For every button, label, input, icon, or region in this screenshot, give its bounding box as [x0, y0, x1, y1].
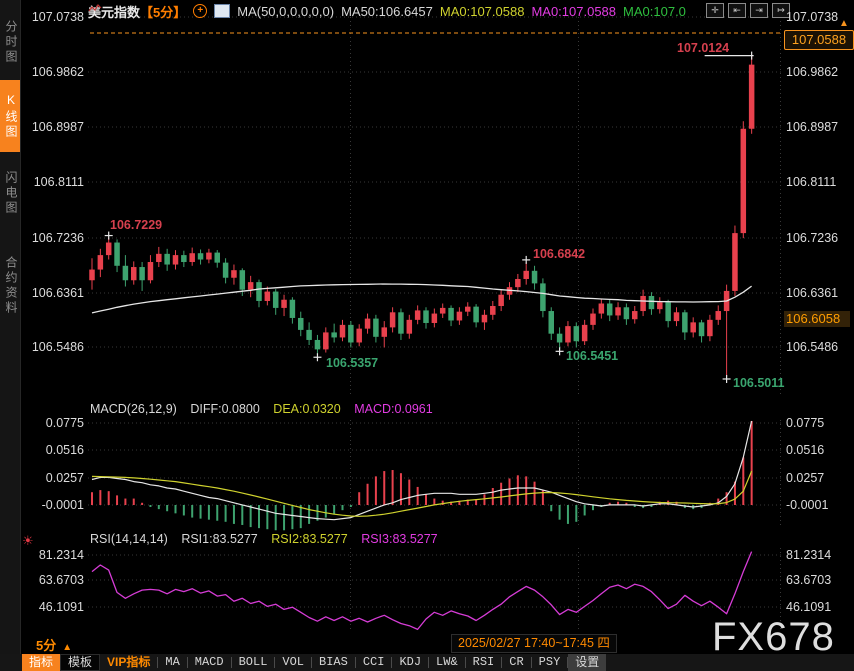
- time-range-label: 2025/02/27 17:40~17:45 四: [451, 634, 617, 653]
- macd-header: MACD(26,12,9) DIFF:0.0800 DEA:0.0320 MAC…: [90, 402, 443, 416]
- rsi-tick-right: 63.6703: [786, 573, 848, 587]
- macd-diff-value: DIFF:0.0800: [190, 402, 259, 416]
- ma-settings-label: MA(50,0,0,0,0,0): [237, 4, 334, 19]
- y-tick-right: 106.5486: [786, 340, 848, 354]
- y-tick-right: 106.9862: [786, 65, 848, 79]
- annotation-high: 106.6842: [533, 247, 585, 261]
- rsi-tick-right: 81.2314: [786, 548, 848, 562]
- sidebar-tab-contract-info[interactable]: 合约资料: [0, 236, 20, 336]
- toolbar-item-boll[interactable]: BOLL: [232, 654, 275, 671]
- ma0-magenta-value: MA0:107.0588: [531, 4, 616, 19]
- left-sidebar: 分时图 K线图 闪电图 合约资料: [0, 0, 21, 654]
- macd-tick-left: 0.0257: [22, 471, 84, 485]
- macd-dea-value: DEA:0.0320: [273, 402, 340, 416]
- toolbar-item-lwr[interactable]: LW&: [429, 654, 465, 671]
- indicator-toolbar: 指标 模板 VIP指标 MA MACD BOLL VOL BIAS CCI KD…: [0, 654, 854, 671]
- alert-sun-icon[interactable]: ☀: [22, 533, 34, 549]
- toolbar-item-bias[interactable]: BIAS: [312, 654, 355, 671]
- rsi-tick-right: 46.1091: [786, 600, 848, 614]
- toolbar-item-vip-indicator[interactable]: VIP指标: [100, 654, 157, 671]
- macd-tick-right: 0.0775: [786, 416, 848, 430]
- axis-compress-icon[interactable]: ⇤: [728, 3, 746, 18]
- rsi-tick-left: 46.1091: [22, 600, 84, 614]
- toolbar-item-kdj[interactable]: KDJ: [392, 654, 428, 671]
- axis-expand-icon[interactable]: ⇥: [750, 3, 768, 18]
- add-indicator-icon[interactable]: +: [193, 4, 207, 18]
- toolbar-item-cci[interactable]: CCI: [356, 654, 392, 671]
- rsi-params-label: RSI(14,14,14): [90, 532, 168, 546]
- toolbar-item-vol[interactable]: VOL: [275, 654, 311, 671]
- annotation-low: 106.5451: [566, 349, 618, 363]
- ma0-green-value: MA0:107.0: [623, 4, 686, 19]
- rsi-header: RSI(14,14,14) RSI1:83.5277 RSI2:83.5277 …: [90, 532, 448, 546]
- macd-value: MACD:0.0961: [354, 402, 433, 416]
- toolbar-item-indicator[interactable]: 指标: [22, 654, 60, 671]
- mini-chart-icon: [214, 4, 230, 18]
- macd-tick-left: 0.0775: [22, 416, 84, 430]
- toolbar-item-rsi[interactable]: RSI: [466, 654, 502, 671]
- toolbar-item-cr[interactable]: CR: [502, 654, 530, 671]
- ma0-yellow-value: MA0:107.0588: [440, 4, 525, 19]
- sidebar-tab-time-chart[interactable]: 分时图: [0, 4, 20, 80]
- annotation-low: 106.5357: [326, 356, 378, 370]
- period-tag: 【5分】: [140, 5, 186, 20]
- chart-canvas[interactable]: [0, 0, 854, 671]
- macd-tick-left: 0.0516: [22, 443, 84, 457]
- macd-tick-right: -0.0001: [786, 498, 848, 512]
- period-arrow-icon: ▲: [62, 642, 72, 653]
- sidebar-tab-flash-chart[interactable]: 闪电图: [0, 154, 20, 232]
- rsi2-value: RSI2:83.5277: [271, 532, 347, 546]
- toolbar-item-macd[interactable]: MACD: [188, 654, 231, 671]
- toolbar-item-template[interactable]: 模板: [60, 654, 100, 671]
- toolbar-item-settings[interactable]: 设置: [568, 654, 606, 671]
- chart-header: 美元指数【5分】 + MA(50,0,0,0,0,0) MA50:106.645…: [88, 2, 686, 20]
- header-icon-group: ✛ ⇤ ⇥ ↦: [706, 3, 790, 18]
- y-tick-left: 106.5486: [22, 340, 84, 354]
- rsi-tick-left: 63.6703: [22, 573, 84, 587]
- y-tick-left: 106.6361: [22, 286, 84, 300]
- y-tick-left: 107.0738: [22, 10, 84, 24]
- current-price-badge: 107.0588: [784, 30, 854, 50]
- period-selector[interactable]: 5分▲: [36, 635, 72, 654]
- annotation-high: 107.0124: [677, 41, 729, 55]
- y-tick-right: 106.8987: [786, 120, 848, 134]
- price-up-arrow-icon: ▲: [839, 18, 849, 29]
- rsi3-value: RSI3:83.5277: [361, 532, 437, 546]
- toolbar-item-psy[interactable]: PSY: [532, 654, 568, 671]
- annotation-low: 106.5011: [733, 376, 784, 390]
- y-tick-right: 106.7236: [786, 231, 848, 245]
- y-tick-left: 106.8111: [22, 175, 84, 189]
- y-tick-left: 106.7236: [22, 231, 84, 245]
- macd-params-label: MACD(26,12,9): [90, 402, 177, 416]
- y-tick-left: 106.8987: [22, 120, 84, 134]
- macd-tick-right: 0.0516: [786, 443, 848, 457]
- macd-tick-left: -0.0001: [22, 498, 84, 512]
- toolbar-item-ma[interactable]: MA: [158, 654, 186, 671]
- prev-close-badge: 106.6058: [784, 311, 850, 327]
- rsi-tick-left: 81.2314: [22, 548, 84, 562]
- macd-tick-right: 0.0257: [786, 471, 848, 485]
- y-tick-left: 106.9862: [22, 65, 84, 79]
- y-tick-right: 106.8111: [786, 175, 848, 189]
- crosshair-icon[interactable]: ✛: [706, 3, 724, 18]
- sidebar-tab-kline[interactable]: K线图: [0, 80, 20, 152]
- rsi1-value: RSI1:83.5277: [181, 532, 257, 546]
- ma50-value: MA50:106.6457: [341, 4, 433, 19]
- y-tick-right: 106.6361: [786, 286, 848, 300]
- annotation-high: 106.7229: [110, 218, 162, 232]
- kline-app-window: 分时图 K线图 闪电图 合约资料 美元指数【5分】 + MA(50,0,0,0,…: [0, 0, 854, 671]
